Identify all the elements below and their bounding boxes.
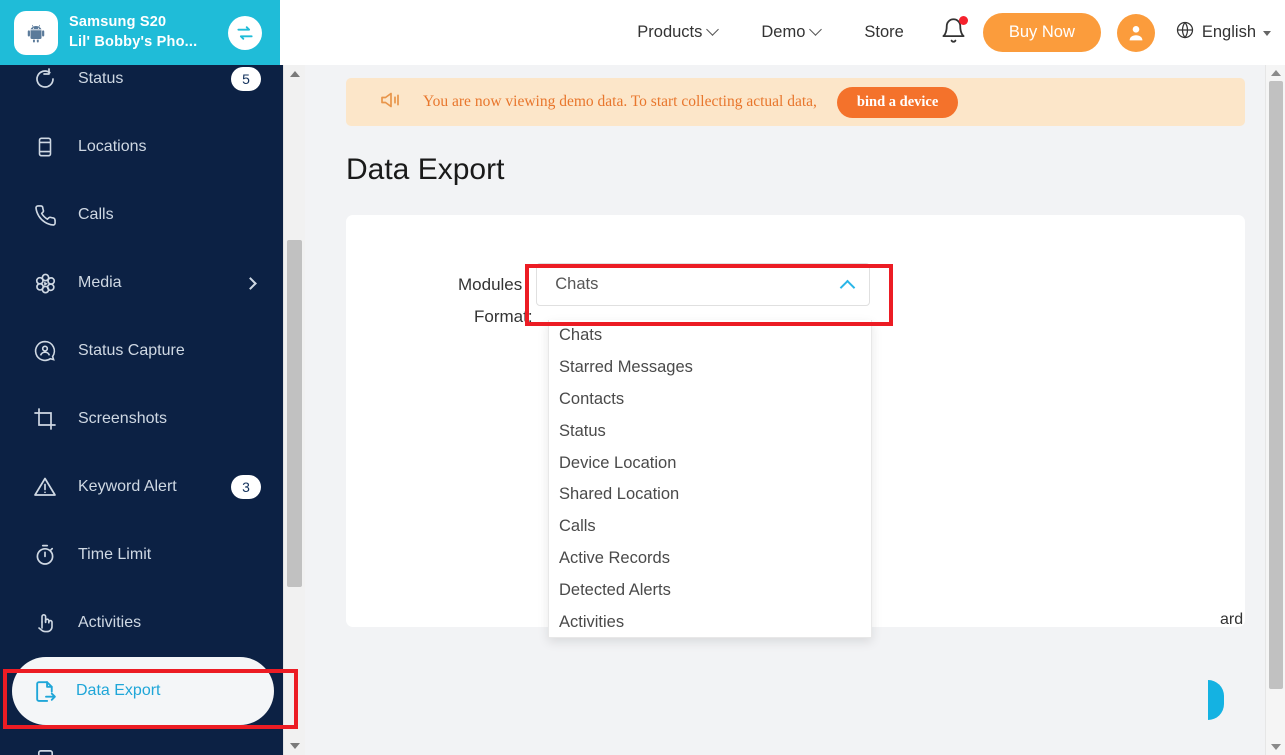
notification-dot [958, 15, 968, 25]
buy-now-button[interactable]: Buy Now [982, 13, 1101, 52]
modules-row: Modules Chats [458, 263, 871, 306]
status-badge: 5 [231, 67, 261, 91]
sidebar-item-label: Calls [78, 206, 114, 223]
dropdown-option[interactable]: Detected Alerts [549, 574, 871, 606]
modules-select[interactable]: Chats [536, 263, 871, 306]
top-bar: Samsung S20 Lil' Bobby's Pho... Products… [0, 0, 1285, 65]
language-label: English [1201, 23, 1256, 41]
sidebar-scrollbar[interactable] [283, 65, 305, 755]
crop-screenshot-icon [30, 404, 60, 434]
globe-icon [1175, 20, 1195, 45]
page-title: Data Export [346, 153, 505, 186]
modules-dropdown-list[interactable]: Chats Starred Messages Contacts Status D… [548, 320, 872, 638]
chevron-down-icon [1263, 31, 1271, 36]
occluded-option-text: ard [1220, 611, 1244, 628]
sidebar-item-label: Status [78, 70, 124, 87]
language-selector[interactable]: English [1175, 20, 1271, 45]
sidebar-scroll-thumb[interactable] [287, 240, 302, 587]
chevron-up-icon [839, 279, 856, 296]
dropdown-option[interactable]: Status [549, 415, 871, 447]
nav-demo-label: Demo [761, 23, 806, 41]
android-device-icon [14, 10, 58, 55]
user-avatar-icon[interactable] [1116, 13, 1155, 52]
sidebar-item-label: Data Export [76, 682, 161, 699]
dropdown-option[interactable]: Chats [549, 320, 871, 352]
modules-select-value: Chats [555, 275, 599, 293]
sidebar-item-status[interactable]: Status 5 [0, 65, 283, 113]
stopwatch-icon [30, 540, 60, 570]
sidebar-item-partial-next[interactable] [0, 725, 283, 755]
sidebar-item-keyword-alert[interactable]: Keyword Alert 3 [0, 453, 283, 521]
device-names: Samsung S20 Lil' Bobby's Pho... [69, 13, 197, 52]
status-capture-icon [30, 336, 60, 366]
page-scrollbar[interactable] [1265, 65, 1285, 755]
app-root: Samsung S20 Lil' Bobby's Pho... Products… [0, 0, 1285, 755]
switch-device-icon[interactable] [228, 15, 262, 50]
sidebar: Status 5 Locations Calls Media Status Ca… [0, 65, 283, 755]
sidebar-item-label: Media [78, 274, 122, 291]
sidebar-item-data-export[interactable]: Data Export [12, 657, 274, 725]
notification-bell-icon[interactable] [940, 15, 968, 49]
dropdown-option[interactable]: Shared Location [549, 479, 871, 511]
chevron-down-icon [809, 23, 823, 36]
dropdown-option[interactable]: Contacts [549, 384, 871, 416]
document-icon [30, 744, 60, 755]
scroll-down-arrow-icon[interactable] [289, 743, 300, 749]
device-model: Samsung S20 [69, 13, 167, 30]
scroll-up-arrow-icon[interactable] [1270, 70, 1281, 76]
device-selector[interactable]: Samsung S20 Lil' Bobby's Pho... [0, 0, 280, 65]
export-button-partial[interactable] [1208, 680, 1224, 720]
modules-label: Modules [458, 274, 523, 294]
nav-store-label: Store [864, 23, 904, 41]
dropdown-option[interactable]: Starred Messages [549, 352, 871, 384]
demo-data-banner: You are now viewing demo data. To start … [346, 78, 1245, 126]
sidebar-item-label: Time Limit [78, 546, 152, 563]
format-row: Format: [474, 307, 533, 327]
sidebar-item-media[interactable]: Media [0, 249, 283, 317]
format-label: Format: [474, 307, 533, 326]
sidebar-item-label: Activities [78, 614, 142, 631]
phone-call-icon [30, 200, 60, 230]
sidebar-item-activities[interactable]: Activities [0, 589, 283, 657]
sidebar-item-calls[interactable]: Calls [0, 181, 283, 249]
dropdown-option[interactable]: Device Location [549, 447, 871, 479]
megaphone-icon [379, 88, 403, 117]
hand-tap-icon [30, 608, 60, 638]
nav-products-label: Products [637, 23, 703, 41]
page-scroll-thumb[interactable] [1269, 81, 1283, 689]
media-flower-icon [30, 268, 60, 298]
dropdown-option[interactable]: Activities [549, 606, 871, 637]
top-nav: Products Demo Store Buy Now English [280, 0, 1285, 65]
data-export-icon [30, 676, 60, 706]
sidebar-item-status-capture[interactable]: Status Capture [0, 317, 283, 385]
sidebar-item-screenshots[interactable]: Screenshots [0, 385, 283, 453]
sidebar-item-label: Status Capture [78, 342, 185, 359]
status-badge: 3 [231, 475, 261, 499]
demo-banner-text: You are now viewing demo data. To start … [423, 93, 817, 110]
nav-store[interactable]: Store [842, 23, 925, 42]
dropdown-option[interactable]: Calls [549, 511, 871, 543]
status-refresh-icon [30, 65, 60, 94]
scroll-down-arrow-icon[interactable] [1270, 744, 1281, 750]
phone-location-icon [30, 132, 60, 162]
warning-triangle-icon [30, 472, 60, 502]
sidebar-item-label: Keyword Alert [78, 478, 177, 495]
chevron-down-icon [706, 23, 720, 36]
sidebar-item-locations[interactable]: Locations [0, 113, 283, 181]
bind-a-device-button[interactable]: bind a device [836, 86, 959, 118]
nav-demo[interactable]: Demo [739, 23, 842, 42]
dropdown-option[interactable]: Active Records [549, 543, 871, 575]
device-nickname: Lil' Bobby's Pho... [69, 33, 198, 50]
sidebar-item-label: Screenshots [78, 410, 167, 427]
nav-products[interactable]: Products [615, 23, 739, 42]
scroll-up-arrow-icon[interactable] [289, 71, 300, 77]
chevron-right-icon [244, 276, 257, 290]
sidebar-item-label: Locations [78, 138, 147, 155]
sidebar-item-time-limit[interactable]: Time Limit [0, 521, 283, 589]
